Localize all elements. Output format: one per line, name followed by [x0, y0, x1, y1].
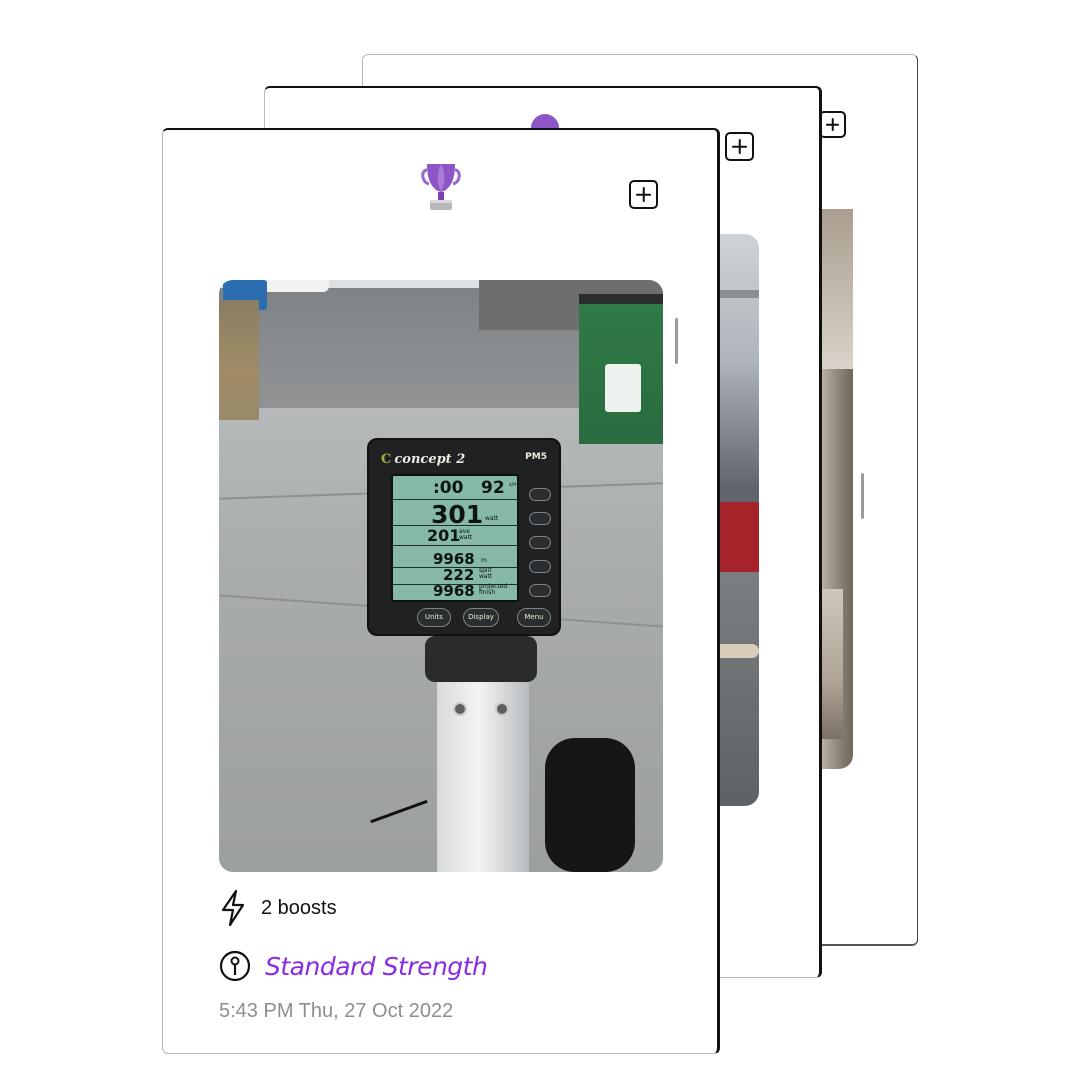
program-row[interactable]: Standard Strength [219, 946, 697, 986]
spm-unit: s/m [509, 482, 519, 488]
monitor-display: :00 92 s/m 301 watt 201 ave watt 9968 m … [391, 474, 519, 602]
split-unit: split watt [479, 567, 493, 580]
monitor-side-button [529, 536, 551, 549]
monitor-units-button: Units [417, 608, 451, 627]
boost-row[interactable]: 2 boosts [219, 888, 697, 928]
monitor-side-button [529, 560, 551, 573]
post-timestamp: 5:43 PM Thu, 27 Oct 2022 [219, 1000, 454, 1022]
avg-watts-readout: 201 [427, 526, 461, 545]
monitor-side-button [529, 512, 551, 525]
tag-icon [219, 950, 251, 982]
monitor-brand: Cconcept 2 [381, 452, 466, 467]
time-readout: :00 [433, 478, 464, 498]
add-icon[interactable] [629, 180, 658, 209]
distance-unit: m [481, 557, 487, 564]
spm-readout: 92 [481, 478, 505, 498]
monitor-side-button [529, 584, 551, 597]
trophy-icon [421, 164, 461, 210]
rower-knob [545, 738, 635, 872]
post-footer: 2 boosts Standard Strength 5:43 PM Thu, … [219, 888, 697, 1023]
add-icon[interactable] [725, 132, 754, 161]
add-icon[interactable] [819, 111, 846, 138]
monitor-display-button: Display [463, 608, 499, 627]
scroll-indicator[interactable] [861, 473, 864, 519]
post-photo: Cconcept 2 PM5 :00 92 s/m 301 watt 201 a… [219, 280, 663, 872]
program-name[interactable]: Standard Strength [265, 952, 488, 981]
rower-stem [425, 636, 537, 872]
avg-watts-unit: ave watt [459, 528, 473, 541]
boosts-count: 2 boosts [261, 896, 337, 919]
projected-readout: 9968 [433, 582, 475, 600]
monitor-menu-button: Menu [517, 608, 551, 627]
monitor-side-button [529, 488, 551, 501]
scroll-indicator[interactable] [675, 318, 678, 364]
watts-readout: 301 [431, 500, 484, 529]
projected-unit: projected finish [479, 583, 508, 596]
lightning-bolt-icon[interactable] [219, 889, 247, 927]
watts-unit: watt [485, 515, 499, 522]
rowing-monitor: Cconcept 2 PM5 :00 92 s/m 301 watt 201 a… [367, 438, 561, 636]
monitor-model: PM5 [525, 452, 547, 462]
post-card-front[interactable]: Cconcept 2 PM5 :00 92 s/m 301 watt 201 a… [162, 128, 720, 1054]
